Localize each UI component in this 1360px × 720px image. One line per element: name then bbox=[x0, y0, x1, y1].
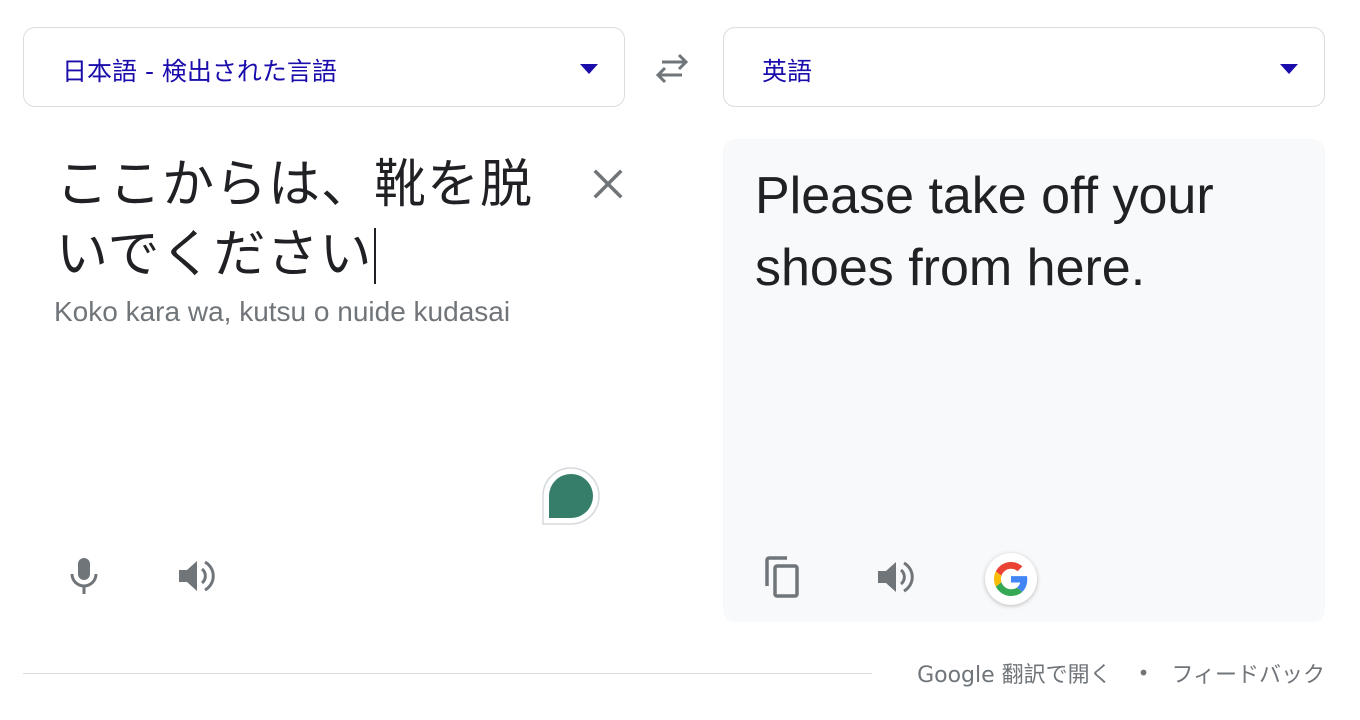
romanization-text: Koko kara wa, kutsu o nuide kudasai bbox=[54, 296, 511, 327]
target-language-label: 英語 bbox=[762, 57, 813, 86]
translate-widget: 日本語 - 検出された言語 英語 ここからは、靴を脱いでください Koko ka… bbox=[0, 0, 1360, 720]
feedback-link[interactable]: フィードバック bbox=[1171, 657, 1325, 689]
source-language-label: 日本語 - 検出された言語 bbox=[62, 57, 337, 86]
source-text-value: ここからは、靴を脱いでください bbox=[56, 155, 534, 285]
footer-links: Google 翻訳で開く • フィードバック bbox=[917, 657, 1325, 689]
google-g-icon bbox=[994, 562, 1028, 596]
open-in-google-translate-link[interactable]: Google 翻訳で開く bbox=[917, 657, 1112, 689]
translation-text: Please take off your shoes from here. bbox=[755, 167, 1214, 297]
source-listen-button[interactable] bbox=[172, 552, 220, 600]
source-text-input[interactable]: ここからは、靴を脱いでください bbox=[56, 150, 566, 290]
copy-icon bbox=[765, 556, 799, 598]
google-search-button[interactable] bbox=[985, 553, 1037, 605]
target-language-select[interactable]: 英語 bbox=[723, 27, 1325, 107]
close-icon bbox=[593, 169, 623, 199]
footer-separator: • bbox=[1137, 661, 1150, 685]
chat-bubble-icon bbox=[542, 467, 600, 525]
microphone-icon bbox=[70, 558, 98, 594]
footer-divider bbox=[23, 673, 872, 674]
translation-panel: Please take off your shoes from here. bbox=[723, 139, 1325, 622]
speaker-icon bbox=[878, 561, 914, 593]
chevron-down-icon bbox=[1280, 64, 1298, 74]
speaker-icon bbox=[179, 560, 215, 592]
copy-translation-button[interactable] bbox=[759, 553, 807, 601]
swap-languages-button[interactable] bbox=[648, 48, 696, 88]
source-language-select[interactable]: 日本語 - 検出された言語 bbox=[23, 27, 625, 107]
clear-text-button[interactable] bbox=[588, 166, 628, 206]
text-cursor bbox=[374, 228, 377, 284]
swap-arrows-icon bbox=[655, 53, 689, 84]
chevron-down-icon bbox=[580, 64, 598, 74]
translation-listen-button[interactable] bbox=[871, 553, 919, 601]
assistant-bubble-button[interactable] bbox=[541, 466, 601, 526]
microphone-button[interactable] bbox=[60, 552, 108, 600]
